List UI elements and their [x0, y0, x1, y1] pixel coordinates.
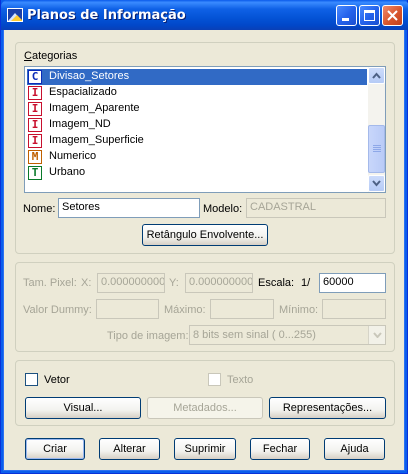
close-icon — [387, 10, 398, 21]
pixel-x-label: X: — [81, 277, 92, 289]
pixel-y-label: Y: — [169, 277, 179, 289]
maximize-button[interactable] — [359, 5, 380, 26]
grip-line — [373, 151, 381, 152]
name-input[interactable]: Setores — [58, 198, 200, 218]
category-c-icon: C — [28, 70, 42, 84]
category-i-icon: I — [28, 102, 42, 116]
categories-label: Categorias — [24, 50, 78, 62]
close-button[interactable]: Fechar — [250, 438, 310, 460]
list-item-label: Imagem_Superficie — [49, 134, 144, 146]
pixel-y-input: 0.000000000 — [185, 273, 253, 293]
list-item-label: Espacializado — [49, 86, 117, 98]
list-item-label: Imagem_Aparente — [49, 102, 140, 114]
category-i-icon: I — [28, 86, 42, 100]
list-item[interactable]: I Espacializado — [27, 85, 367, 101]
name-label: Nome: — [23, 203, 56, 215]
list-item[interactable]: T Urbano — [27, 165, 367, 181]
chevron-up-icon — [372, 72, 381, 79]
category-i-icon: I — [28, 118, 42, 132]
image-type-label: Tipo de imagem: — [107, 330, 189, 342]
title-bar[interactable]: Planos de Informação — [1, 0, 408, 30]
min-label: Mínimo: — [279, 304, 319, 316]
app-icon — [7, 8, 23, 22]
model-input: CADASTRAL — [246, 198, 386, 218]
list-item[interactable]: I Imagem_Aparente — [27, 101, 367, 117]
representations-button[interactable]: Representações... — [269, 397, 386, 419]
vector-checkbox[interactable] — [25, 373, 38, 386]
categories-scrollbar[interactable] — [368, 67, 385, 192]
image-type-dropdown-button — [368, 326, 385, 344]
grip-line — [373, 145, 381, 146]
scale-prefix: 1/ — [301, 277, 311, 289]
list-item[interactable]: M Numerico — [27, 149, 367, 165]
text-checkbox — [208, 373, 221, 386]
minimize-button[interactable] — [336, 5, 357, 26]
list-item-label: Urbano — [49, 166, 86, 178]
categories-list[interactable]: C Divisao_Setores I Espacializado I Imagem_Ap… — [24, 66, 386, 193]
list-item-label: Divisao_Setores — [49, 70, 130, 82]
list-item[interactable]: I Imagem_ND — [27, 117, 367, 133]
close-window-button[interactable] — [382, 5, 403, 26]
model-label: Modelo: — [203, 203, 243, 215]
image-type-select: 8 bits sem sinal ( 0...255) — [189, 325, 386, 345]
scroll-thumb[interactable] — [368, 125, 385, 173]
dialog-window: Planos de Informação Categorias C Divisao… — [0, 0, 408, 474]
category-t-icon: T — [28, 166, 42, 180]
list-item-label: Imagem_ND — [49, 118, 111, 130]
dummy-value-label: Valor Dummy: — [23, 304, 92, 316]
delete-button[interactable]: Suprimir — [174, 438, 236, 460]
scale-input[interactable]: 60000 — [319, 273, 386, 293]
list-item[interactable]: C Divisao_Setores — [27, 69, 367, 85]
category-i-icon: I — [28, 134, 42, 148]
scroll-up-button[interactable] — [368, 67, 385, 84]
scale-label: Escala: — [258, 277, 295, 289]
chevron-down-icon — [372, 180, 381, 187]
visual-button[interactable]: Visual... — [25, 397, 141, 419]
grip-line — [373, 149, 381, 150]
category-m-icon: M — [28, 150, 42, 164]
list-item-label: Numerico — [49, 150, 97, 162]
window-title: Planos de Informação — [27, 8, 186, 23]
pixel-size-label: Tam. Pixel: — [23, 277, 77, 289]
categories-label-rest: ategorias — [31, 50, 78, 62]
vector-label: Vetor — [44, 374, 70, 386]
text-label: Texto — [227, 374, 254, 386]
create-button[interactable]: Criar — [25, 438, 85, 460]
grip-line — [373, 147, 381, 148]
help-button[interactable]: Ajuda — [324, 438, 385, 460]
list-item[interactable]: I Imagem_Superficie — [27, 133, 367, 149]
min-input — [322, 299, 386, 319]
max-label: Máximo: — [164, 304, 206, 316]
scroll-down-button[interactable] — [368, 175, 385, 192]
envelope-rectangle-button[interactable]: Retângulo Envolvente... — [142, 224, 268, 246]
chevron-down-icon — [373, 332, 382, 338]
pixel-x-input: 0.000000000 — [97, 273, 165, 293]
dummy-value-input — [96, 299, 159, 319]
image-type-value: 8 bits sem sinal ( 0...255) — [193, 329, 316, 341]
metadata-button: Metadados... — [147, 397, 263, 419]
change-button[interactable]: Alterar — [99, 438, 160, 460]
max-input — [210, 299, 274, 319]
